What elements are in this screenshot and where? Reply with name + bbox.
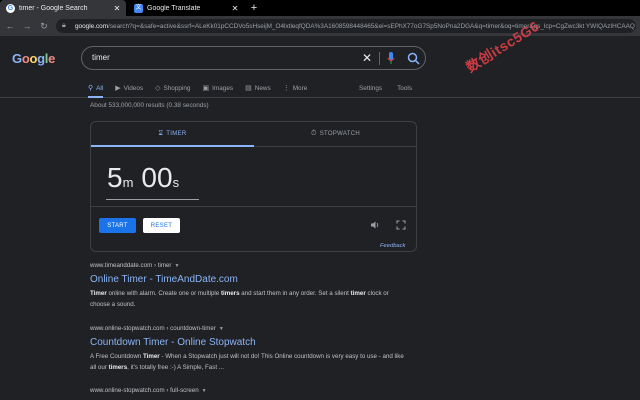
snippet-text: A Free Countdown bbox=[90, 353, 143, 360]
feedback-link[interactable]: Feedback bbox=[380, 243, 405, 249]
result-cite[interactable]: www.online-stopwatch.com › countdown-tim… bbox=[90, 325, 410, 332]
snippet-bold: timers bbox=[221, 290, 240, 297]
microphone-icon[interactable] bbox=[387, 52, 395, 65]
divider bbox=[91, 206, 416, 207]
result-stats: About 533,000,000 results (0.38 seconds) bbox=[90, 102, 209, 109]
search-box[interactable]: timer ✕ bbox=[81, 46, 426, 70]
cite-text: www.online-stopwatch.com › countdown-tim… bbox=[90, 325, 216, 332]
search-result: www.online-stopwatch.com › full-screen▼ bbox=[90, 387, 410, 394]
screen: G timer - Google Search ✕ 文 Google Trans… bbox=[0, 0, 640, 400]
cite-text: www.online-stopwatch.com › full-screen bbox=[90, 387, 199, 394]
tab-title: timer - Google Search bbox=[19, 5, 112, 12]
close-icon[interactable]: ✕ bbox=[230, 4, 240, 13]
settings-link[interactable]: Settings bbox=[359, 85, 382, 92]
start-button[interactable]: START bbox=[99, 218, 136, 233]
cite-text: www.timeanddate.com › timer bbox=[90, 262, 172, 269]
snippet-text: , it's totally free :-) A Simple, Fast .… bbox=[127, 364, 224, 371]
tab-label: Shopping bbox=[163, 85, 190, 92]
plus-icon[interactable]: + bbox=[248, 2, 260, 14]
reload-icon[interactable]: ↻ bbox=[37, 19, 51, 33]
tab-stopwatch[interactable]: ⏱︎ STOPWATCH bbox=[254, 122, 417, 147]
tab-shopping[interactable]: ◇Shopping bbox=[155, 81, 190, 95]
timer-display[interactable]: 5m 00s bbox=[107, 162, 187, 194]
divider bbox=[379, 52, 380, 65]
tab-videos[interactable]: ▶ Videos bbox=[115, 81, 143, 95]
hourglass-icon: ⌛︎ bbox=[159, 130, 164, 138]
google-g-icon: G bbox=[6, 4, 15, 13]
tab-label: More bbox=[293, 85, 308, 92]
url-text: google.com/search?q=&safe=active&ssrf=AL… bbox=[75, 23, 636, 30]
timer-underline bbox=[106, 199, 199, 200]
tab-more[interactable]: ⋮More bbox=[283, 81, 308, 95]
search-result: www.timeanddate.com › timer▼ Online Time… bbox=[90, 262, 410, 310]
google-header: Google timer ✕ ⚲All ▶ Videos ◇Shopping ▣I… bbox=[0, 36, 640, 98]
close-icon[interactable]: ✕ bbox=[112, 4, 122, 13]
browser-toolbar: ← → ↻ 🔒︎ google.com/search?q=&safe=activ… bbox=[0, 16, 640, 36]
forward-arrow-icon[interactable]: → bbox=[20, 19, 34, 33]
google-logo[interactable]: Google bbox=[12, 51, 55, 66]
result-title[interactable]: Online Timer - TimeAndDate.com bbox=[90, 274, 410, 285]
video-icon: ▶ bbox=[115, 84, 120, 92]
tab-label: News bbox=[255, 85, 271, 92]
tab-all[interactable]: ⚲All bbox=[88, 81, 103, 95]
tab-label: Videos bbox=[124, 85, 143, 92]
url-path: /search?q=&safe=active&ssrf=ALeKk01pCCDV… bbox=[108, 23, 635, 30]
news-icon: ▤ bbox=[245, 84, 252, 92]
timer-minutes-unit: m bbox=[123, 175, 134, 190]
search-input[interactable]: timer bbox=[92, 53, 110, 62]
fullscreen-icon[interactable] bbox=[396, 220, 406, 230]
logo-letter: e bbox=[48, 51, 55, 66]
reset-button[interactable]: RESET bbox=[143, 218, 180, 233]
search-nav-right: Settings Tools bbox=[359, 81, 427, 95]
chevron-down-icon[interactable]: ▼ bbox=[202, 388, 207, 394]
result-cite[interactable]: www.timeanddate.com › timer▼ bbox=[90, 262, 410, 269]
tab-label: TIMER bbox=[166, 131, 186, 137]
chevron-down-icon[interactable]: ▼ bbox=[175, 263, 180, 269]
timer-minutes: 5 bbox=[107, 162, 123, 193]
search-icon[interactable] bbox=[407, 52, 420, 65]
snippet-text: online with alarm. Create one or multipl… bbox=[107, 290, 221, 297]
snippet-text: and start them in any order. Set a silen… bbox=[240, 290, 351, 297]
image-icon: ▣ bbox=[202, 84, 209, 92]
search-icon: ⚲ bbox=[88, 84, 93, 92]
tab-images[interactable]: ▣Images bbox=[202, 81, 233, 95]
logo-letter: o bbox=[29, 51, 37, 66]
snippet-bold: timers bbox=[109, 364, 128, 371]
back-arrow-icon[interactable]: ← bbox=[3, 19, 17, 33]
chevron-down-icon[interactable]: ▼ bbox=[219, 326, 224, 332]
browser-tab-strip: G timer - Google Search ✕ 文 Google Trans… bbox=[0, 0, 640, 16]
timer-seconds-unit: s bbox=[173, 175, 180, 190]
browser-tab-search[interactable]: G timer - Google Search ✕ bbox=[0, 0, 126, 16]
snippet-bold: timer bbox=[351, 290, 366, 297]
tab-title: Google Translate bbox=[147, 5, 230, 12]
tab-label: All bbox=[96, 85, 103, 92]
search-nav-tabs: ⚲All ▶ Videos ◇Shopping ▣Images ▤News ⋮Mo… bbox=[88, 81, 319, 95]
search-result: www.online-stopwatch.com › countdown-tim… bbox=[90, 325, 410, 373]
browser-tab-translate[interactable]: 文 Google Translate ✕ bbox=[128, 0, 244, 16]
tab-label: Images bbox=[212, 85, 233, 92]
tag-icon: ◇ bbox=[155, 84, 160, 92]
tab-news[interactable]: ▤News bbox=[245, 81, 271, 95]
result-title[interactable]: Countdown Timer - Online Stopwatch bbox=[90, 337, 410, 348]
logo-letter: G bbox=[12, 51, 22, 66]
address-bar[interactable]: 🔒︎ google.com/search?q=&safe=active&ssrf… bbox=[56, 19, 636, 33]
translate-icon: 文 bbox=[134, 4, 143, 13]
result-cite[interactable]: www.online-stopwatch.com › full-screen▼ bbox=[90, 387, 410, 394]
tools-link[interactable]: Tools bbox=[397, 85, 412, 92]
url-host: google.com bbox=[75, 23, 108, 30]
tab-label: STOPWATCH bbox=[320, 131, 360, 137]
result-snippet: Timer online with alarm. Create one or m… bbox=[90, 289, 410, 310]
timer-seconds: 00 bbox=[141, 162, 172, 193]
volume-icon[interactable] bbox=[370, 220, 380, 230]
clear-icon[interactable]: ✕ bbox=[362, 51, 372, 65]
stopwatch-icon: ⏱︎ bbox=[311, 130, 317, 138]
timer-widget: ⌛︎ TIMER ⏱︎ STOPWATCH 5m 00s START RESET bbox=[90, 121, 417, 252]
result-snippet: A Free Countdown Timer - When a Stopwatc… bbox=[90, 352, 410, 373]
lock-icon: 🔒︎ bbox=[62, 22, 70, 30]
logo-letter: g bbox=[37, 51, 45, 66]
more-icon: ⋮ bbox=[283, 84, 290, 92]
snippet-bold: Timer bbox=[90, 290, 107, 297]
snippet-bold: Timer bbox=[143, 353, 160, 360]
tab-timer[interactable]: ⌛︎ TIMER bbox=[91, 122, 254, 147]
